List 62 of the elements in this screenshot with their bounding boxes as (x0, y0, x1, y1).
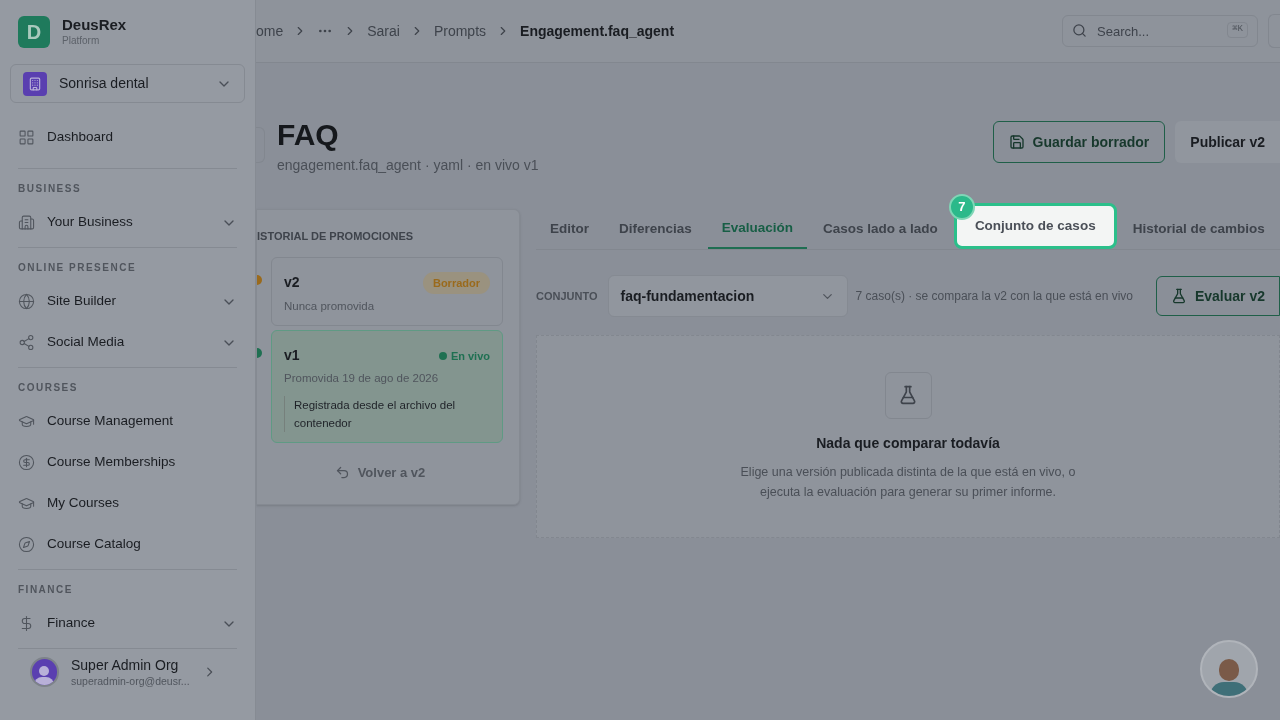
set-dropdown[interactable]: faq-fundamentacion (607, 275, 848, 317)
building-icon (18, 214, 35, 231)
dollar-coin-icon (18, 454, 35, 471)
set-label: CONJUNTO (536, 288, 598, 304)
sidebar-item[interactable]: Course Catalog (18, 524, 237, 565)
breadcrumb-link[interactable]: Sarai (367, 20, 400, 42)
sidebar-item[interactable]: Dashboard (18, 117, 237, 158)
empty-title: Nada que comparar todavía (816, 433, 1000, 453)
flask-icon (1170, 288, 1187, 304)
sidebar-item[interactable]: My Courses (18, 483, 237, 524)
breadcrumb-link[interactable]: Prompts (433, 20, 487, 42)
search-icon (1072, 23, 1087, 38)
sidebar-item[interactable]: Site Builder (18, 281, 237, 322)
undo-icon (334, 464, 350, 480)
version-subtitle: Promovida 19 de ago de 2026 (284, 371, 440, 387)
workspace-selector[interactable]: Sonrisa dental (10, 64, 245, 103)
section-heading: ONLINE PRESENCE (18, 261, 138, 275)
section-heading: FINANCE (18, 583, 74, 597)
globe-icon (18, 293, 35, 310)
sidebar-item[interactable]: Social Media (18, 322, 237, 363)
sidebar-item[interactable]: Course Management (18, 401, 237, 442)
save-draft-button[interactable]: Guardar borrador (992, 121, 1166, 163)
version-note: Registrada desde el archivo del contenedor (284, 395, 490, 432)
version-card[interactable]: v1 En vivo Promovida 19 de ago de 2026 Registrada desde el archivo del contenedor (271, 330, 503, 443)
compass-icon (18, 536, 35, 553)
tab[interactable]: Historial de cambios (1118, 209, 1279, 249)
grid-icon (18, 129, 35, 146)
section-heading: ISTORIAL DE PROMOCIONES (257, 229, 415, 244)
flask-icon (884, 371, 932, 419)
user-name: Super Admin Org (71, 657, 180, 675)
version-label: v2 (284, 273, 300, 293)
sidebar-item[interactable]: Course Memberships (18, 442, 237, 483)
user-email: superadmin-org@deusr... (71, 674, 190, 688)
avatar-icon (30, 657, 59, 688)
section-heading: COURSES (18, 381, 79, 395)
breadcrumb-current: Engagement.faq_agent (520, 21, 675, 41)
section-heading: BUSINESS (18, 182, 83, 196)
graduation-cap-icon (18, 413, 35, 430)
step-badge: 7 (948, 194, 975, 220)
set-summary: 7 caso(s) · se compara la v2 con la que está en vivo (855, 288, 1134, 305)
breadcrumb-link[interactable]: ome (256, 20, 284, 42)
evaluate-button[interactable]: Evaluar v2 (1155, 276, 1280, 316)
save-icon (1008, 134, 1025, 150)
status-badge: En vivo (438, 347, 490, 364)
page-title: FAQ (277, 117, 340, 153)
version-card[interactable]: v2 Borrador Nunca promovida (271, 256, 503, 327)
brand-name: DeusRex (62, 16, 127, 36)
version-subtitle: Nunca promovida (284, 299, 376, 314)
brand-logo: D (18, 16, 50, 48)
status-badge: Borrador (422, 271, 490, 294)
page-subtitle: engagement.faq_agent · yaml · en vivo v1 (277, 156, 540, 175)
sidebar-item[interactable]: Finance (18, 603, 237, 644)
tab[interactable]: Editor (536, 209, 603, 249)
brand-subtitle: Platform (62, 35, 101, 48)
publish-button[interactable]: Publicar v2 (1175, 121, 1280, 163)
sidebar-item[interactable]: Your Business (18, 202, 237, 243)
graduation-cap-icon (18, 495, 35, 512)
share-icon (18, 334, 35, 351)
building-icon (23, 71, 47, 96)
version-label: v1 (284, 346, 300, 366)
tab[interactable]: Diferencias (605, 209, 706, 249)
empty-description: Elige una versión publicada distinta de la que está en vivo, o ejecuta la evaluación para generar su primer informe. (739, 463, 1077, 501)
